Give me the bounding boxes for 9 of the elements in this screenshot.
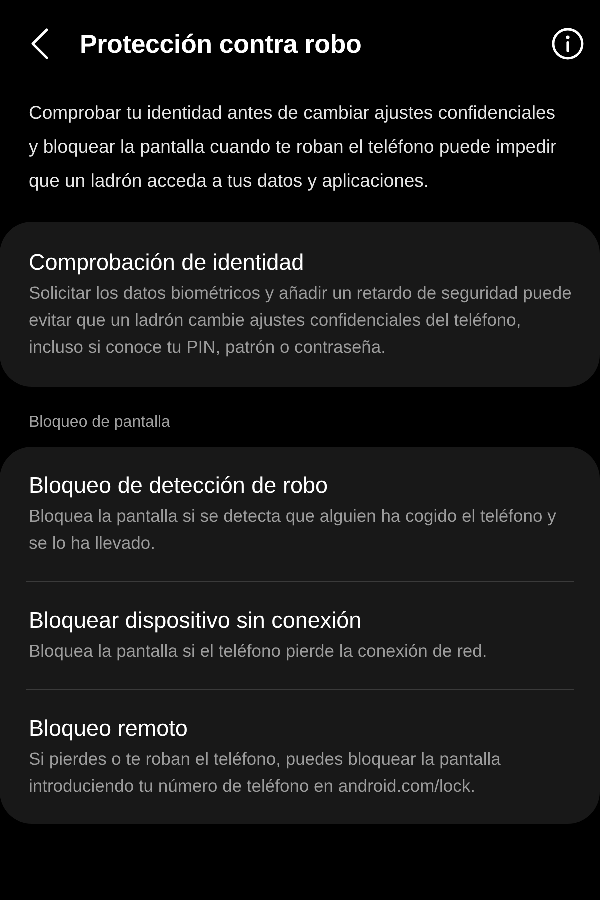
page-title: Protección contra robo — [80, 28, 362, 60]
settings-item[interactable]: Comprobación de identidad Solicitar los datos biométricos y añadir un retardo de seguridad puede evitar que un ladrón cambie ajustes confidenciales del teléfono, incluso si conoce tu PIN, patrón o contraseña. — [0, 222, 600, 387]
settings-item[interactable]: Bloqueo de detección de robo Bloquea la pantalla si se detecta que alguien ha cogido el teléfono y se lo ha llevado. — [0, 447, 600, 581]
info-icon[interactable] — [551, 27, 585, 61]
intro-text: Comprobar tu identidad antes de cambiar ajustes confidenciales y bloquear la pantalla cuando te roban el teléfono puede impedir que un ladrón acceda a tus datos y aplicaciones. — [28, 101, 558, 193]
section-header: Bloqueo de pantalla — [28, 413, 172, 433]
back-icon[interactable] — [30, 28, 50, 60]
settings-item[interactable]: Bloquear dispositivo sin conexión Bloquea la pantalla si el teléfono pierde la conexión de red. — [0, 582, 600, 689]
settings-item[interactable]: Bloqueo remoto Si pierdes o te roban el teléfono, puedes bloquear la pantalla introduciendo tu número de teléfono en android.com/lock. — [0, 690, 600, 824]
